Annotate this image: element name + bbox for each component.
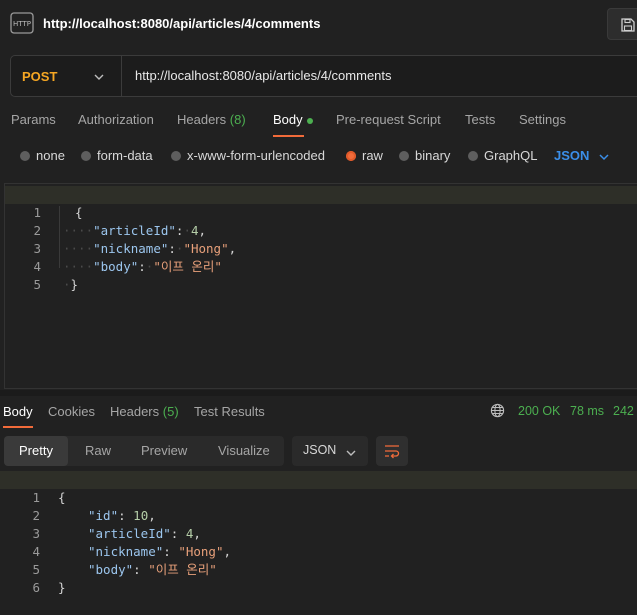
- pane-divider[interactable]: [0, 390, 637, 396]
- svg-text:HTTP: HTTP: [13, 20, 31, 28]
- code-line: 4 "nickname": "Hong",: [0, 525, 637, 559]
- code-line: 6}: [0, 561, 637, 595]
- globe-icon[interactable]: [490, 403, 505, 421]
- response-body-viewer[interactable]: 1{ 2 "id": 10, 3 "articleId": 4, 4 "nicknam…: [0, 470, 637, 608]
- tab-tests[interactable]: Tests: [465, 112, 495, 127]
- radio-raw[interactable]: raw: [346, 148, 383, 163]
- wrap-lines-button[interactable]: [376, 436, 408, 466]
- response-size[interactable]: 242: [613, 404, 634, 418]
- chevron-down-icon[interactable]: [345, 446, 357, 461]
- wrap-lines-icon: [385, 445, 400, 459]
- radio-button[interactable]: [399, 150, 409, 161]
- radio-label: form-data: [97, 148, 153, 163]
- response-tab-test-results[interactable]: Test Results: [194, 404, 265, 419]
- tab-settings[interactable]: Settings: [519, 112, 566, 127]
- response-tab-headers-label: Headers: [110, 404, 160, 419]
- radio-button[interactable]: [81, 150, 91, 161]
- tab-headers-label: Headers: [177, 112, 227, 127]
- headers-count: (8): [229, 112, 246, 127]
- tab-pre-request-script[interactable]: Pre-request Script: [336, 112, 441, 127]
- divider: [121, 56, 122, 96]
- radio-graphql[interactable]: GraphQL: [468, 148, 537, 163]
- code-line: 2 "id": 10,: [0, 489, 637, 523]
- code-line: 5 "body": "이프 온리": [0, 543, 637, 577]
- radio-label: binary: [415, 148, 451, 163]
- line-number: 5: [33, 277, 41, 292]
- radio-button[interactable]: [171, 150, 181, 161]
- code-line: 2 ····"articleId":·4,: [5, 204, 637, 238]
- radio-label: x-www-form-urlencoded: [187, 148, 325, 163]
- response-headers-count: (5): [162, 404, 179, 419]
- radio-binary[interactable]: binary: [399, 148, 450, 163]
- code-text: }: [70, 277, 79, 292]
- radio-button[interactable]: [20, 150, 30, 161]
- radio-x-www-form-urlencoded[interactable]: x-www-form-urlencoded: [171, 148, 325, 163]
- radio-none[interactable]: none: [20, 148, 65, 163]
- active-tab-indicator: [273, 135, 304, 137]
- response-tab-headers[interactable]: Headers (5): [110, 404, 179, 419]
- whitespace-marker: ·: [63, 277, 71, 292]
- code-line: 1{: [5, 186, 637, 220]
- response-time[interactable]: 78 ms: [570, 404, 604, 418]
- radio-label: none: [36, 148, 65, 163]
- save-button[interactable]: [607, 8, 637, 40]
- response-tab-cookies[interactable]: Cookies: [48, 404, 95, 419]
- view-tab-preview[interactable]: Preview: [141, 436, 187, 466]
- status-code[interactable]: 200 OK: [518, 404, 560, 418]
- response-format-label: JSON: [303, 443, 337, 457]
- url-input[interactable]: http://localhost:8080/api/articles/4/com…: [135, 68, 392, 83]
- save-icon: [621, 18, 635, 32]
- line-number: 6: [32, 580, 40, 595]
- request-body-editor[interactable]: 1{ 2 ····"articleId":·4, 3 ····"nickname":…: [4, 183, 637, 389]
- response-tab-body[interactable]: Body: [3, 404, 33, 419]
- code-line: 4 ····"body":·"이프 온리": [5, 240, 637, 274]
- code-line: 3 ····"nickname":·"Hong",: [5, 222, 637, 256]
- tab-body-label: Body: [273, 112, 303, 127]
- indent-guide: [59, 206, 60, 268]
- radio-label: raw: [362, 148, 383, 163]
- code-line: 3 "articleId": 4,: [0, 507, 637, 541]
- radio-label: GraphQL: [484, 148, 538, 163]
- radio-button[interactable]: [468, 150, 478, 161]
- active-tab-indicator: [3, 426, 33, 428]
- chevron-down-icon[interactable]: [93, 70, 105, 85]
- code-line: 1{: [0, 471, 637, 505]
- view-tab-raw[interactable]: Raw: [85, 436, 111, 466]
- request-title: http://localhost:8080/api/articles/4/com…: [43, 16, 321, 31]
- http-icon: HTTP: [10, 12, 34, 34]
- tab-params[interactable]: Params: [11, 112, 56, 127]
- tab-headers[interactable]: Headers (8): [177, 112, 246, 127]
- view-tab-pretty[interactable]: Pretty: [4, 436, 68, 466]
- radio-form-data[interactable]: form-data: [81, 148, 153, 163]
- method-select[interactable]: POST: [22, 69, 57, 84]
- chevron-down-icon[interactable]: [598, 150, 610, 165]
- tab-authorization[interactable]: Authorization: [78, 112, 154, 127]
- radio-button-selected[interactable]: [346, 150, 356, 161]
- code-line: 5 ·}: [5, 258, 637, 292]
- view-tab-visualize[interactable]: Visualize: [218, 436, 270, 466]
- modified-dot: [306, 117, 313, 124]
- body-format-select[interactable]: JSON: [554, 148, 589, 163]
- tab-body[interactable]: Body: [273, 112, 313, 127]
- code-text: }: [58, 580, 66, 595]
